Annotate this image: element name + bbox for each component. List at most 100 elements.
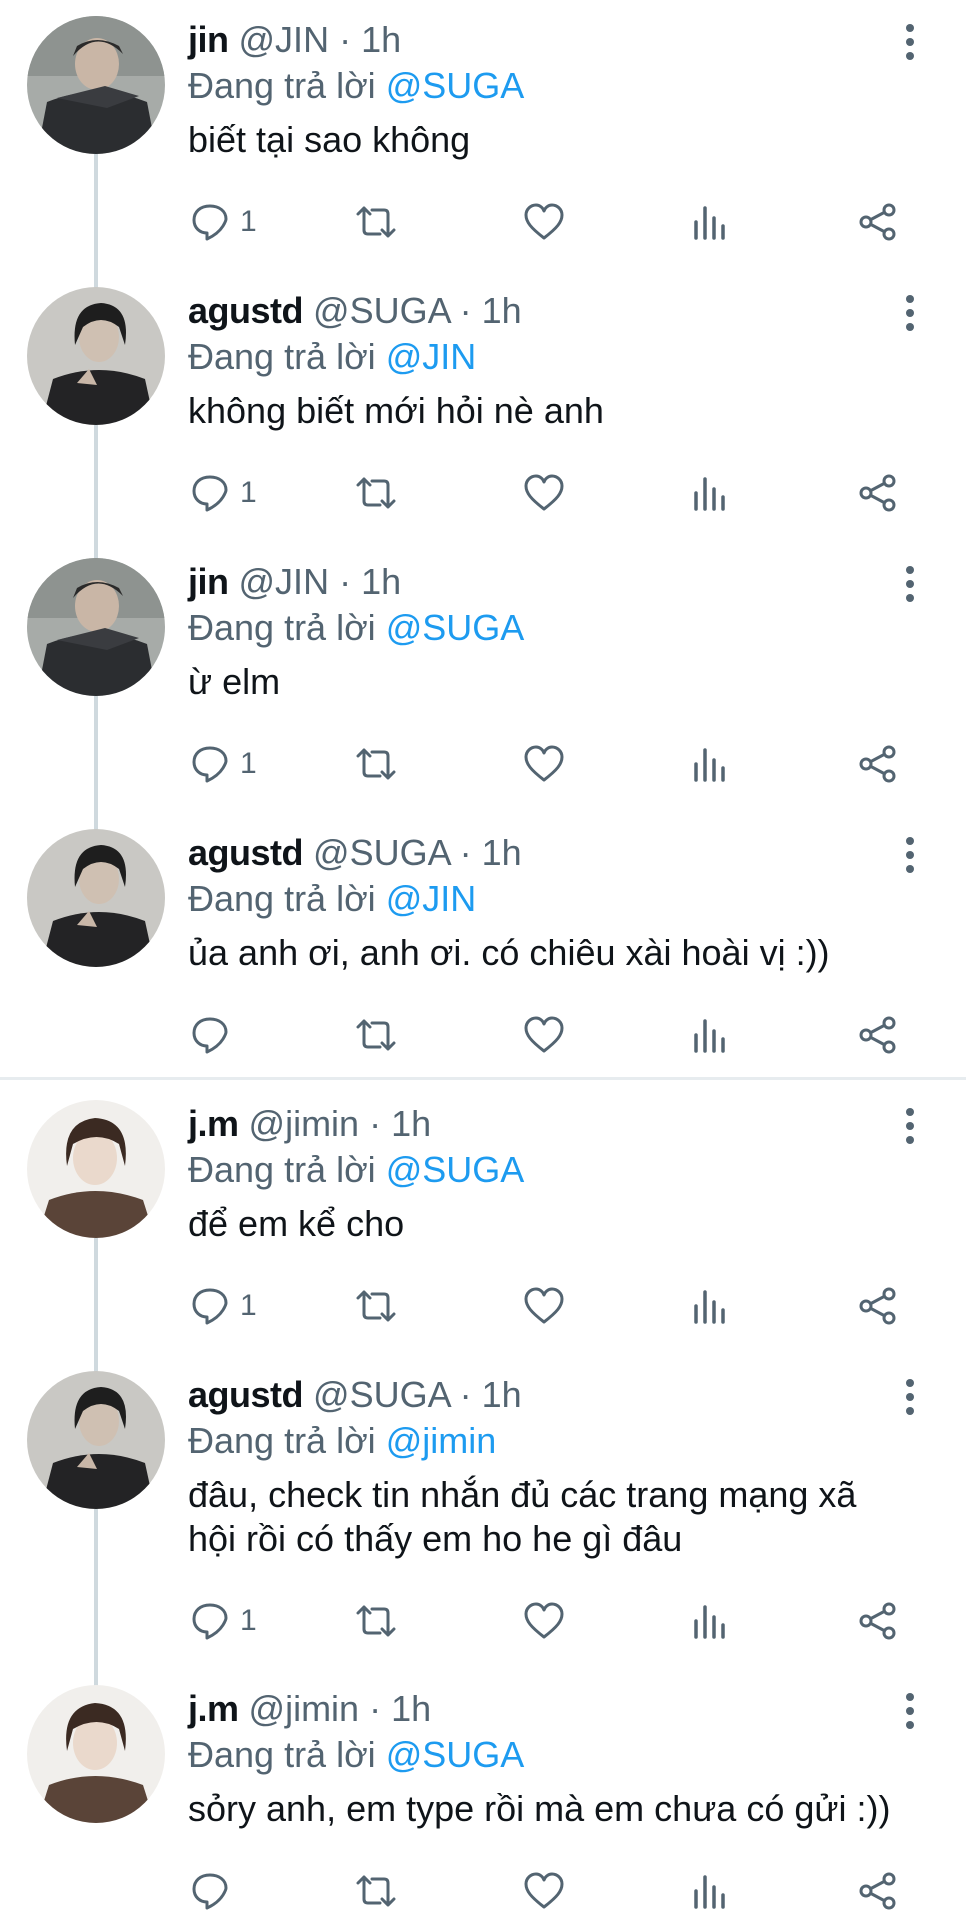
- timestamp[interactable]: 1h: [361, 19, 401, 60]
- avatar-jin[interactable]: [27, 16, 165, 154]
- views-button[interactable]: [692, 196, 728, 248]
- more-vertical-icon[interactable]: [892, 1106, 928, 1146]
- tweet-header: agustd @SUGA · 1h: [188, 831, 522, 875]
- reply-button[interactable]: [190, 1009, 240, 1061]
- retweet-button[interactable]: [352, 467, 400, 519]
- display-name[interactable]: agustd: [188, 1374, 304, 1415]
- replying-to-handle[interactable]: @SUGA: [386, 1734, 525, 1775]
- user-handle[interactable]: @JIN: [239, 561, 330, 602]
- user-handle[interactable]: @jimin: [249, 1103, 360, 1144]
- views-button[interactable]: [692, 1280, 728, 1332]
- share-button[interactable]: [857, 1595, 899, 1647]
- user-handle[interactable]: @SUGA: [313, 1374, 450, 1415]
- display-name[interactable]: agustd: [188, 290, 304, 331]
- views-button[interactable]: [692, 1595, 728, 1647]
- more-vertical-icon[interactable]: [892, 835, 928, 875]
- tweet[interactable]: j.m @jimin · 1h Đang trả lời @SUGA sỏry …: [0, 1669, 966, 1920]
- more-vertical-icon[interactable]: [892, 1377, 928, 1417]
- replying-to-handle[interactable]: @JIN: [386, 878, 477, 919]
- views-button[interactable]: [692, 467, 728, 519]
- tweet[interactable]: jin @JIN · 1h Đang trả lời @SUGA biết tạ…: [0, 0, 966, 271]
- timestamp[interactable]: 1h: [482, 1374, 522, 1415]
- like-button[interactable]: [523, 196, 565, 248]
- replying-to-handle[interactable]: @SUGA: [386, 607, 525, 648]
- avatar-jm[interactable]: [27, 1685, 165, 1823]
- reply-button[interactable]: 1: [190, 1280, 257, 1332]
- reply-button[interactable]: 1: [190, 1595, 257, 1647]
- replying-to-handle[interactable]: @SUGA: [386, 1149, 525, 1190]
- display-name[interactable]: jin: [188, 19, 229, 60]
- bar-chart-icon: [694, 477, 725, 511]
- tweet[interactable]: j.m @jimin · 1h Đang trả lời @SUGA để em…: [0, 1084, 966, 1355]
- timestamp[interactable]: 1h: [361, 561, 401, 602]
- reply-count: 1: [240, 1289, 257, 1322]
- tweet-actions: [0, 1009, 966, 1061]
- replying-to-handle[interactable]: @SUGA: [386, 65, 525, 106]
- share-button[interactable]: [857, 196, 899, 248]
- display-name[interactable]: agustd: [188, 832, 304, 873]
- timestamp[interactable]: 1h: [482, 832, 522, 873]
- retweet-button[interactable]: [352, 1595, 400, 1647]
- more-vertical-icon[interactable]: [892, 22, 928, 62]
- replying-to-handle[interactable]: @jimin: [386, 1420, 497, 1461]
- tweet[interactable]: agustd @SUGA · 1h Đang trả lời @JIN khôn…: [0, 271, 966, 542]
- display-name[interactable]: jin: [188, 561, 229, 602]
- retweet-button[interactable]: [352, 1865, 400, 1917]
- user-handle[interactable]: @SUGA: [313, 832, 450, 873]
- tweet-actions: 1: [0, 738, 966, 790]
- like-button[interactable]: [523, 738, 565, 790]
- share-button[interactable]: [857, 1280, 899, 1332]
- comment-bubble-icon: [192, 475, 228, 512]
- user-handle[interactable]: @SUGA: [313, 290, 450, 331]
- replying-to: Đang trả lời @JIN: [188, 877, 476, 921]
- replying-to-handle[interactable]: @JIN: [386, 336, 477, 377]
- more-vertical-icon[interactable]: [892, 293, 928, 333]
- avatar-jm[interactable]: [27, 1100, 165, 1238]
- timestamp[interactable]: 1h: [391, 1688, 431, 1729]
- retweet-icon: [356, 477, 396, 509]
- retweet-button[interactable]: [352, 196, 400, 248]
- tweet[interactable]: jin @JIN · 1h Đang trả lời @SUGA ừ elm 1: [0, 542, 966, 813]
- display-name[interactable]: j.m: [188, 1103, 239, 1144]
- avatar-agustd[interactable]: [27, 287, 165, 425]
- more-vertical-icon[interactable]: [892, 1691, 928, 1731]
- user-handle[interactable]: @JIN: [239, 19, 330, 60]
- separator-dot: ·: [339, 561, 352, 602]
- retweet-button[interactable]: [352, 1009, 400, 1061]
- retweet-button[interactable]: [352, 1280, 400, 1332]
- reply-button[interactable]: 1: [190, 738, 257, 790]
- views-button[interactable]: [692, 1865, 728, 1917]
- like-button[interactable]: [523, 467, 565, 519]
- share-button[interactable]: [857, 467, 899, 519]
- share-icon: [859, 745, 896, 783]
- avatar-agustd[interactable]: [27, 1371, 165, 1509]
- comment-bubble-icon: [192, 1017, 228, 1054]
- like-button[interactable]: [523, 1865, 565, 1917]
- reply-button[interactable]: [190, 1865, 240, 1917]
- reply-button[interactable]: 1: [190, 196, 257, 248]
- more-vertical-icon[interactable]: [892, 564, 928, 604]
- retweet-button[interactable]: [352, 738, 400, 790]
- like-button[interactable]: [523, 1009, 565, 1061]
- avatar-jin[interactable]: [27, 558, 165, 696]
- heart-icon: [524, 1602, 564, 1639]
- timestamp[interactable]: 1h: [391, 1103, 431, 1144]
- views-button[interactable]: [692, 1009, 728, 1061]
- tweet-text: ủa anh ơi, anh ơi. có chiêu xài hoài vị …: [188, 932, 830, 973]
- reply-button[interactable]: 1: [190, 467, 257, 519]
- tweet-text: không biết mới hỏi nè anh: [188, 390, 604, 431]
- tweet[interactable]: agustd @SUGA · 1h Đang trả lời @jimin đâ…: [0, 1355, 966, 1671]
- share-button[interactable]: [857, 738, 899, 790]
- display-name[interactable]: j.m: [188, 1688, 239, 1729]
- like-button[interactable]: [523, 1595, 565, 1647]
- tweet-actions: 1: [0, 467, 966, 519]
- share-button[interactable]: [857, 1865, 899, 1917]
- reply-count: 1: [240, 747, 257, 780]
- like-button[interactable]: [523, 1280, 565, 1332]
- timestamp[interactable]: 1h: [482, 290, 522, 331]
- user-handle[interactable]: @jimin: [249, 1688, 360, 1729]
- share-button[interactable]: [857, 1009, 899, 1061]
- tweet[interactable]: agustd @SUGA · 1h Đang trả lời @JIN ủa a…: [0, 813, 966, 1084]
- views-button[interactable]: [692, 738, 728, 790]
- avatar-agustd[interactable]: [27, 829, 165, 967]
